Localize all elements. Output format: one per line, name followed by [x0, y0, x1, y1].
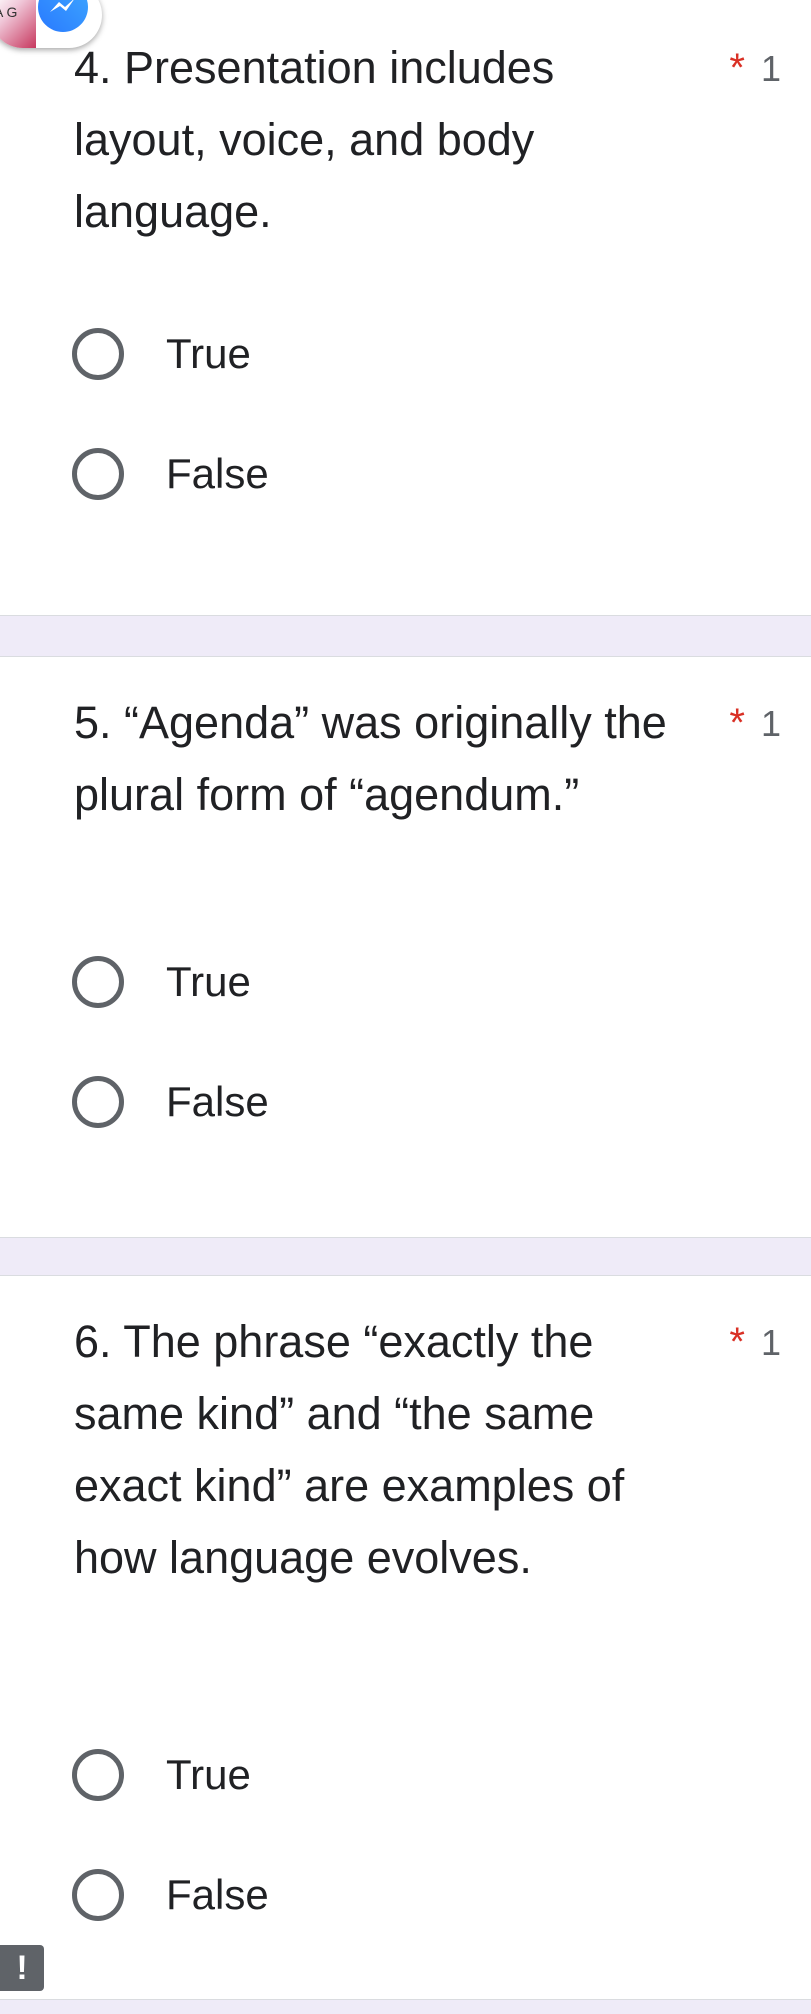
option-label: True — [166, 330, 251, 377]
radio-button[interactable] — [72, 448, 124, 500]
option-label: True — [166, 1751, 251, 1798]
option-label: False — [166, 1078, 269, 1125]
question-card-4: 4. Presentation includes layout, voice, … — [0, 0, 811, 616]
option-false[interactable]: False — [72, 1070, 269, 1134]
required-indicator: * 1 — [729, 687, 781, 760]
question-points: 1 — [760, 1322, 781, 1363]
required-indicator: * 1 — [729, 1306, 781, 1379]
radio-button[interactable] — [72, 1869, 124, 1921]
question-card-6: 6. The phrase “exactly the same kind” an… — [0, 1275, 811, 2000]
radio-button[interactable] — [72, 1749, 124, 1801]
question-title: 5. “Agenda” was originally the plural fo… — [74, 697, 667, 820]
chat-head-bubble[interactable]: A G — [0, 0, 102, 48]
thumbnail-text: A G — [0, 4, 18, 20]
option-false[interactable]: False — [72, 1863, 269, 1927]
option-label: False — [166, 1871, 269, 1918]
radio-button[interactable] — [72, 1076, 124, 1128]
radio-button[interactable] — [72, 956, 124, 1008]
required-asterisk: * — [729, 701, 745, 745]
option-true[interactable]: True — [72, 950, 251, 1014]
option-true[interactable]: True — [72, 322, 251, 386]
required-asterisk: * — [729, 1320, 745, 1364]
option-label: True — [166, 958, 251, 1005]
question-title: 4. Presentation includes layout, voice, … — [74, 42, 555, 237]
option-label: False — [166, 450, 269, 497]
question-card-5: 5. “Agenda” was originally the plural fo… — [0, 656, 811, 1238]
question-title: 6. The phrase “exactly the same kind” an… — [74, 1316, 625, 1583]
chat-thumbnail: A G — [0, 0, 36, 48]
messenger-icon[interactable] — [38, 0, 88, 32]
option-false[interactable]: False — [72, 442, 269, 506]
required-asterisk: * — [729, 46, 745, 90]
option-true[interactable]: True — [72, 1743, 251, 1807]
radio-button[interactable] — [72, 328, 124, 380]
error-badge: ! — [0, 1945, 44, 1991]
question-points: 1 — [760, 703, 781, 744]
required-indicator: * 1 — [729, 32, 781, 105]
question-points: 1 — [760, 48, 781, 89]
